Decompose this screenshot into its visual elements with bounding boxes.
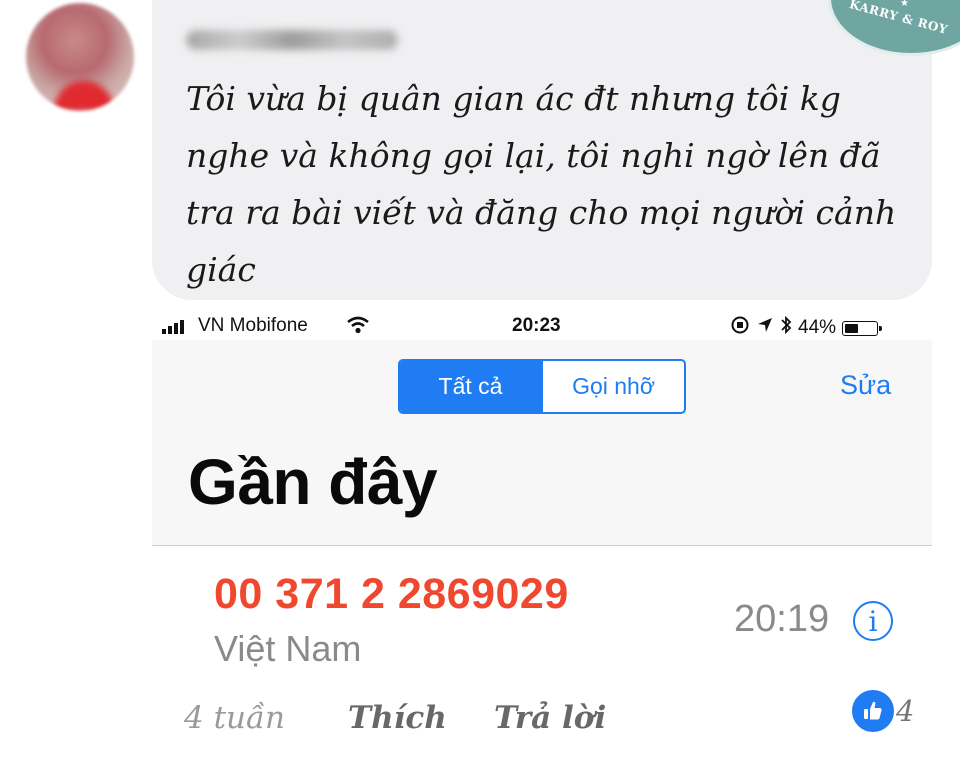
commenter-avatar[interactable] (26, 3, 134, 111)
battery-percent: 44% (798, 317, 837, 338)
battery-icon (842, 320, 883, 336)
wifi-icon (346, 316, 370, 340)
signal-strength-icon (162, 320, 184, 334)
edit-button[interactable]: Sửa (840, 370, 891, 401)
phone-status-bar: VN Mobifone 20:23 44% (160, 312, 930, 340)
segment-all[interactable]: Tất cả (400, 361, 541, 412)
info-icon[interactable]: i (853, 601, 893, 641)
comment-age: 4 tuần (184, 700, 285, 736)
call-location: Việt Nam (214, 628, 362, 669)
reply-button[interactable]: Trả lời (494, 700, 606, 736)
location-arrow-icon (756, 316, 774, 340)
status-bar-clock: 20:23 (512, 315, 561, 336)
call-number[interactable]: 00 371 2 2869029 (214, 570, 569, 619)
segment-missed[interactable]: Gọi nhỡ (541, 361, 684, 412)
watermark-star-icon: ★ (900, 0, 909, 9)
reaction-count: 4 (896, 694, 915, 728)
rotation-lock-icon (730, 315, 750, 341)
page-title: Gần đây (188, 446, 438, 518)
call-filter-segmented-control[interactable]: Tất cả Gọi nhỡ (398, 359, 686, 414)
carrier-name: VN Mobifone (198, 315, 308, 336)
comment-text: Tôi vừa bị quân gian ác đt nhưng tôi kg … (186, 79, 897, 289)
like-button[interactable]: Thích (348, 700, 447, 736)
call-time: 20:19 (734, 598, 830, 640)
status-bar-right-icons: 44% (730, 315, 883, 341)
commenter-name-blurred[interactable] (186, 30, 398, 50)
bluetooth-icon (780, 315, 792, 341)
thumbs-up-icon[interactable] (850, 688, 896, 734)
